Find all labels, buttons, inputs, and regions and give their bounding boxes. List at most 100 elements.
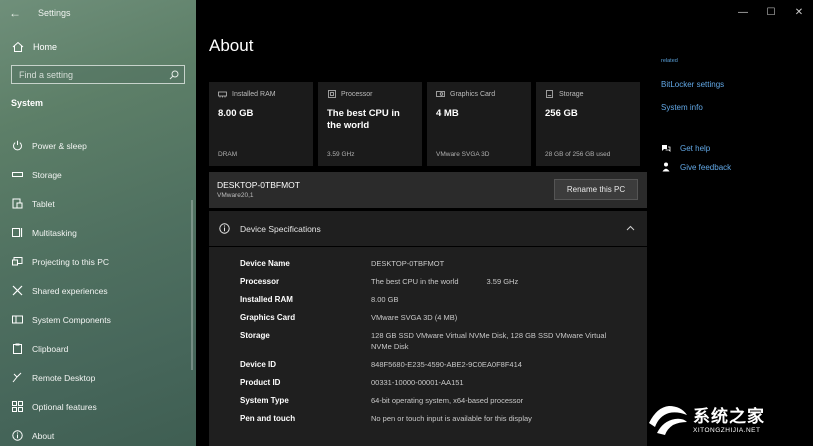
spec-row: Processor The best CPU in the world 3.59 … [209, 273, 647, 291]
ram-icon [218, 90, 227, 98]
sidebar: ← Settings Home System Power & sleep Sto… [0, 0, 196, 446]
tablet-icon [11, 198, 23, 210]
bitlocker-settings-link[interactable]: BitLocker settings [661, 80, 724, 89]
sidebar-item-label: System Components [32, 314, 111, 325]
sidebar-item-tablet[interactable]: Tablet [0, 189, 196, 218]
watermark-logo [649, 406, 687, 435]
card-label: Storage [559, 90, 584, 98]
search-input[interactable] [19, 69, 168, 80]
sidebar-item-clipboard[interactable]: Clipboard [0, 334, 196, 363]
page-title: About [209, 36, 254, 55]
spec-value: 64-bit operating system, x64-based proce… [371, 396, 524, 405]
sidebar-nav: Power & sleep Storage Tablet Multitaskin… [0, 131, 196, 446]
get-help-link[interactable]: Get help [661, 143, 710, 153]
spec-value: 128 GB SSD VMware Virtual NVMe Disk, 128… [371, 331, 607, 351]
related-settings-column: related BitLocker settings System info G… [661, 0, 811, 446]
spec-row: Device Name DESKTOP-0TBFMOT [209, 255, 647, 273]
home-label: Home [33, 42, 58, 52]
storage-icon [11, 169, 23, 181]
give-feedback-label: Give feedback [680, 162, 732, 172]
card-value: 4 MB [436, 108, 459, 119]
multitasking-icon [11, 227, 23, 239]
card-value: The best CPU in the world [327, 108, 400, 131]
site-watermark: 系统之家 XITONGZHIJIA.NET [647, 400, 807, 440]
sidebar-item-about[interactable]: About [0, 421, 196, 446]
sidebar-item-system-components[interactable]: System Components [0, 305, 196, 334]
spec-row: Product ID 00331-10000-00001-AA151 [209, 374, 647, 392]
spec-key: Product ID [240, 378, 281, 387]
spec-key: Processor [240, 277, 280, 286]
rename-pc-button[interactable]: Rename this PC [554, 179, 638, 200]
device-specifications-header[interactable]: Device Specifications [209, 211, 647, 246]
card-graphics: Graphics Card 4 MB VMware SVGA 3D [427, 82, 531, 166]
chevron-up-icon[interactable] [625, 223, 635, 233]
section-label-system: System [11, 98, 44, 108]
spec-row: Graphics Card VMware SVGA 3D (4 MB) [209, 309, 647, 327]
sidebar-item-power-sleep[interactable]: Power & sleep [0, 131, 196, 160]
optional-features-icon [11, 401, 23, 413]
graphics-card-icon [436, 90, 445, 98]
sidebar-item-multitasking[interactable]: Multitasking [0, 218, 196, 247]
power-icon [11, 140, 23, 152]
card-sub: 3.59 GHz [327, 151, 355, 158]
card-storage: Storage 256 GB 28 GB of 256 GB used [536, 82, 640, 166]
sidebar-item-storage[interactable]: Storage [0, 160, 196, 189]
sidebar-item-label: Storage [32, 169, 62, 180]
spec-row: System Type 64-bit operating system, x64… [209, 392, 647, 410]
spec-value: 00331-10000-00001-AA151 [371, 378, 464, 387]
spec-value: DESKTOP-0TBFMOT [371, 259, 445, 268]
spec-value: The best CPU in the world 3.59 GHz [371, 273, 621, 291]
projecting-icon [11, 256, 23, 268]
card-value: 256 GB [545, 108, 578, 119]
spec-key: Installed RAM [240, 295, 293, 304]
sidebar-item-label: Power & sleep [32, 140, 87, 151]
card-sub: 28 GB of 256 GB used [545, 151, 611, 158]
sidebar-item-optional-features[interactable]: Optional features [0, 392, 196, 421]
spec-row: Pen and touch No pen or touch input is a… [209, 410, 647, 428]
summary-cards: Installed RAM 8.00 GB DRAM Processor The… [209, 82, 640, 166]
give-feedback-link[interactable]: Give feedback [661, 162, 731, 172]
watermark-url-text: XITONGZHIJIA.NET [693, 426, 761, 434]
card-label: Graphics Card [450, 90, 496, 98]
device-name-bar: DESKTOP-0TBFMOT VMware20,1 Rename this P… [209, 172, 647, 208]
info-icon [219, 223, 230, 234]
system-components-icon [11, 314, 23, 326]
spec-value: 8.00 GB [371, 295, 399, 304]
related-settings-label: related [661, 58, 678, 64]
device-specifications-title: Device Specifications [240, 223, 321, 234]
card-value: 8.00 GB [218, 108, 254, 119]
card-label: Installed RAM [232, 90, 276, 98]
spec-value: No pen or touch input is available for t… [371, 414, 532, 423]
spec-key: Pen and touch [240, 414, 296, 423]
sidebar-item-label: Multitasking [32, 227, 77, 238]
sidebar-item-shared-experiences[interactable]: Shared experiences [0, 276, 196, 305]
spec-key: Device ID [240, 360, 277, 369]
sidebar-item-label: About [32, 430, 55, 441]
sidebar-item-label: Tablet [32, 198, 55, 209]
app-title: Settings [38, 8, 71, 18]
remote-desktop-icon [11, 372, 23, 384]
card-sub: VMware SVGA 3D [436, 151, 490, 158]
sidebar-item-projecting[interactable]: Projecting to this PC [0, 247, 196, 276]
card-sub: DRAM [218, 151, 238, 158]
sidebar-item-label: Clipboard [32, 343, 69, 354]
search-box[interactable] [11, 65, 185, 84]
processor-icon [327, 90, 336, 98]
titlebar: ← Settings [0, 0, 196, 26]
device-specifications-body: Device Name DESKTOP-0TBFMOT Processor Th… [209, 247, 647, 446]
spec-value: 848F5680-E235-4590-ABE2-9C0EA0F8F414 [371, 360, 522, 369]
card-processor: Processor The best CPU in the world 3.59… [318, 82, 422, 166]
card-label: Processor [341, 90, 373, 98]
home-nav-item[interactable]: Home [11, 40, 57, 54]
system-info-link[interactable]: System info [661, 103, 703, 112]
shared-experiences-icon [11, 285, 23, 297]
sidebar-item-label: Projecting to this PC [32, 256, 110, 267]
sidebar-scrollbar[interactable] [191, 200, 193, 370]
sidebar-item-label: Remote Desktop [32, 372, 96, 383]
storage-drive-icon [545, 90, 554, 98]
sidebar-item-remote-desktop[interactable]: Remote Desktop [0, 363, 196, 392]
card-installed-ram: Installed RAM 8.00 GB DRAM [209, 82, 313, 166]
search-icon[interactable] [168, 69, 180, 81]
home-icon [11, 40, 25, 54]
back-arrow-icon[interactable]: ← [0, 6, 30, 20]
